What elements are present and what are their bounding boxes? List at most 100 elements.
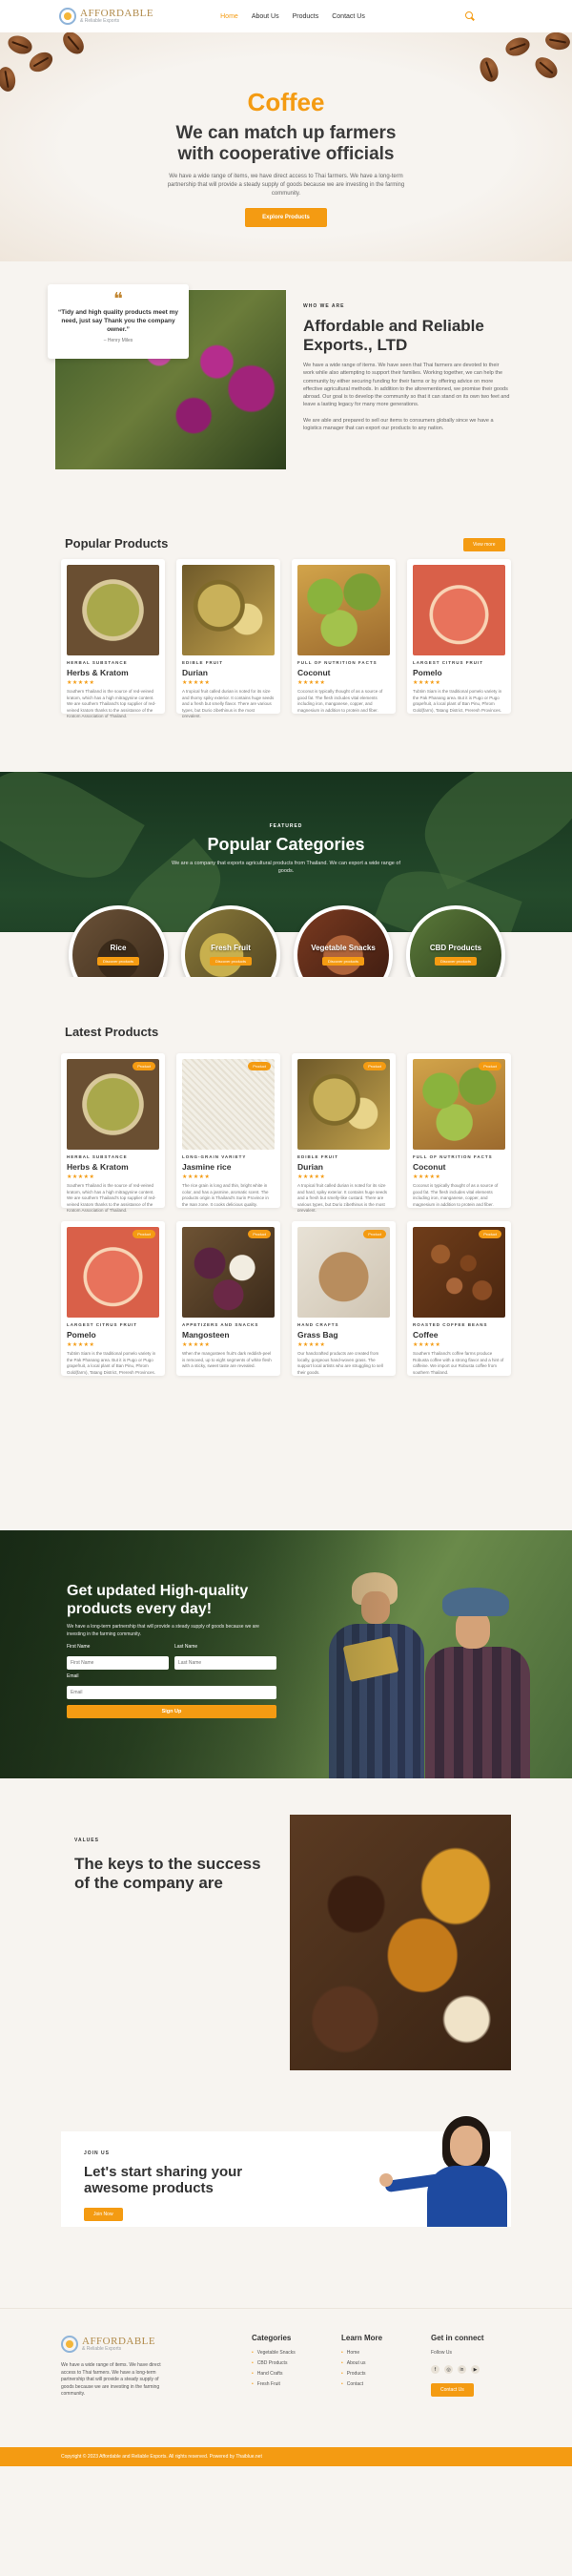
product-card[interactable]: EDIBLE FRUIT Durian ★★★★★ A tropical fruit …	[176, 559, 280, 717]
instagram-icon[interactable]: ◎	[444, 2365, 453, 2374]
last-name-label: Last Name	[174, 1644, 198, 1651]
category-card[interactable]: CBD Products Discover products	[406, 905, 505, 977]
explore-products-button[interactable]: Explore Products	[245, 207, 327, 227]
product-description: Coconut is typically thought of as a sou…	[413, 1183, 499, 1207]
product-image	[413, 565, 505, 655]
product-badge: Product	[133, 1062, 155, 1070]
product-category: LARGEST CITRUS FRUIT	[67, 1322, 137, 1327]
footer-link[interactable]: CBD Products	[252, 2360, 296, 2366]
discover-products-button[interactable]: Discover products	[322, 957, 365, 966]
product-category: APPETIZERS AND SNACKS	[182, 1322, 259, 1327]
facebook-icon[interactable]: f	[431, 2365, 439, 2374]
join-now-button[interactable]: Join Now	[84, 2208, 123, 2221]
footer-categories: Categories Vegetable Snacks CBD Products…	[252, 2334, 296, 2392]
product-badge: Product	[479, 1062, 501, 1070]
category-card[interactable]: Fresh Fruit Discover products	[181, 905, 280, 977]
search-icon[interactable]	[465, 11, 475, 21]
testimonial-author: – Henry Miles	[103, 338, 133, 344]
nav-about-us[interactable]: About Us	[252, 13, 279, 20]
rating-stars-icon: ★★★★★	[297, 680, 326, 686]
product-description: When the mangosteen fruit's dark reddish…	[182, 1351, 272, 1369]
product-title[interactable]: Pomelo	[67, 1330, 159, 1340]
product-category: LONG-GRAIN VARIETY	[182, 1154, 247, 1159]
hero-text: We have a wide range of items, we have d…	[167, 173, 405, 197]
nav-products[interactable]: Products	[293, 13, 319, 20]
product-badge: Product	[248, 1062, 271, 1070]
footer-categories-title: Categories	[252, 2334, 292, 2342]
discover-products-button[interactable]: Discover products	[435, 957, 478, 966]
last-name-input[interactable]	[174, 1656, 276, 1671]
contact-us-button[interactable]: Contact Us	[431, 2383, 474, 2397]
product-title[interactable]: Coconut	[413, 1162, 505, 1172]
product-description: Tubtim Siam is the traditional pomelo va…	[413, 689, 502, 713]
product-card[interactable]: Product APPETIZERS AND SNACKS Mangosteen ★★…	[176, 1221, 280, 1376]
product-card[interactable]: Product HAND CRAFTS Grass Bag ★★★★★ Our hand…	[292, 1221, 396, 1376]
product-image	[182, 565, 275, 655]
email-input[interactable]	[67, 1686, 276, 1700]
product-card[interactable]: Product EDIBLE FRUIT Durian ★★★★★ A tropical…	[292, 1053, 396, 1212]
footer-link[interactable]: Contact	[341, 2381, 382, 2387]
discover-products-button[interactable]: Discover products	[97, 957, 140, 966]
category-name: Rice	[110, 944, 127, 952]
support-agent-image	[379, 2116, 509, 2227]
sign-up-button[interactable]: Sign Up	[67, 1705, 276, 1719]
footer-link[interactable]: Products	[341, 2371, 382, 2377]
footer-connect-title: Get in connect	[431, 2334, 484, 2342]
product-description: A tropical fruit called durian is noted …	[297, 1183, 388, 1212]
site-logo[interactable]: AFFORDABLE & Reliable Exports	[59, 8, 153, 25]
nav-contact-us[interactable]: Contact Us	[332, 13, 365, 20]
product-card[interactable]: FULL OF NUTRITION FACTS Coconut ★★★★★ Cocon…	[292, 559, 396, 714]
product-category: FULL OF NUTRITION FACTS	[413, 1154, 493, 1159]
linkedin-icon[interactable]: in	[458, 2365, 466, 2374]
category-card[interactable]: Vegetable Snacks Discover products	[294, 905, 393, 977]
product-title[interactable]: Coffee	[413, 1330, 505, 1340]
discover-products-button[interactable]: Discover products	[210, 957, 253, 966]
footer-logo[interactable]: AFFORDABLE & Reliable Exports	[61, 2336, 155, 2353]
nav-home[interactable]: Home	[220, 13, 238, 20]
product-card[interactable]: LARGEST CITRUS FRUIT Pomelo ★★★★★ Tubtim Si…	[407, 559, 511, 714]
footer-link[interactable]: Hand Crafts	[252, 2371, 296, 2377]
view-more-button[interactable]: View more	[463, 538, 505, 551]
newsletter-form: Get updated High-quality products every …	[67, 1582, 276, 1719]
product-badge: Product	[248, 1230, 271, 1238]
footer-link[interactable]: Vegetable Snacks	[252, 2350, 296, 2356]
footer-link[interactable]: Fresh Fruit	[252, 2381, 296, 2387]
product-card[interactable]: Product LONG-GRAIN VARIETY Jasmine rice ★★★…	[176, 1053, 280, 1208]
rating-stars-icon: ★★★★★	[182, 1174, 211, 1180]
product-title[interactable]: Pomelo	[413, 668, 505, 677]
product-title[interactable]: Herbs & Kratom	[67, 668, 159, 677]
product-category: FULL OF NUTRITION FACTS	[297, 660, 378, 665]
latest-products-row-2: Product LARGEST CITRUS FRUIT Pomelo ★★★★★ Tu…	[61, 1221, 511, 1376]
logo-subtitle: & Reliable Exports	[82, 2346, 122, 2352]
product-card[interactable]: Product FULL OF NUTRITION FACTS Coconut ★★★…	[407, 1053, 511, 1208]
product-image: Product	[297, 1059, 390, 1150]
hero-section: Coffee We can match up farmers with coop…	[0, 32, 572, 261]
product-title[interactable]: Jasmine rice	[182, 1162, 275, 1172]
product-title[interactable]: Coconut	[297, 668, 390, 677]
about-eyebrow: WHO WE ARE	[303, 303, 345, 309]
footer-link[interactable]: About us	[341, 2360, 382, 2366]
product-card[interactable]: HERBAL SUBSTANCE Herbs & Kratom ★★★★★ South…	[61, 559, 165, 717]
product-card[interactable]: Product ROASTED COFFEE BEANS Coffee ★★★★★ So…	[407, 1221, 511, 1376]
newsletter-section: Get updated High-quality products every …	[0, 1530, 572, 1778]
product-category: HERBAL SUBSTANCE	[67, 1154, 128, 1159]
product-category: HAND CRAFTS	[297, 1322, 339, 1327]
product-card[interactable]: Product LARGEST CITRUS FRUIT Pomelo ★★★★★ Tu…	[61, 1221, 165, 1376]
product-title[interactable]: Durian	[297, 1162, 390, 1172]
footer-link[interactable]: Home	[341, 2350, 382, 2356]
youtube-icon[interactable]: ▶	[471, 2365, 480, 2374]
product-title[interactable]: Durian	[182, 668, 275, 677]
product-badge: Product	[479, 1230, 501, 1238]
product-description: Our handcrafted products are created fro…	[297, 1351, 383, 1375]
product-title[interactable]: Grass Bag	[297, 1330, 390, 1340]
about-title: Affordable and Reliable Exports., LTD	[303, 317, 484, 354]
product-card[interactable]: Product HERBAL SUBSTANCE Herbs & Kratom ★★★…	[61, 1053, 165, 1212]
rating-stars-icon: ★★★★★	[67, 680, 95, 686]
category-card[interactable]: Rice Discover products	[69, 905, 168, 977]
site-header: AFFORDABLE & Reliable Exports Home About…	[0, 0, 572, 32]
product-title[interactable]: Mangosteen	[182, 1330, 275, 1340]
categories-eyebrow: FEATURED	[269, 823, 303, 829]
first-name-input[interactable]	[67, 1656, 169, 1671]
product-image	[67, 565, 159, 655]
product-title[interactable]: Herbs & Kratom	[67, 1162, 159, 1172]
